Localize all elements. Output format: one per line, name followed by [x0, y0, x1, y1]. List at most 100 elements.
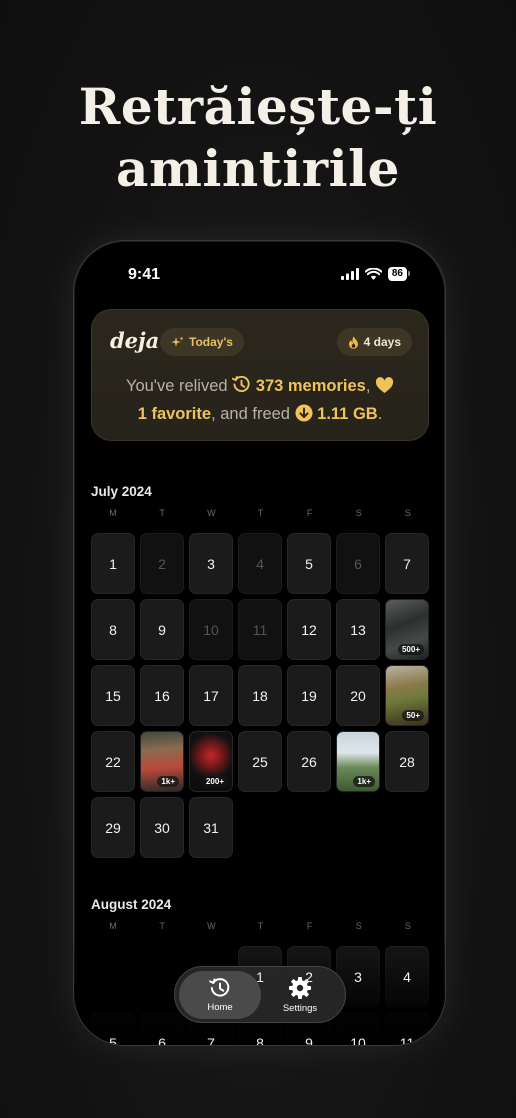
day-number: 28: [399, 753, 415, 770]
calendar-day[interactable]: 19: [287, 665, 331, 726]
calendar-day[interactable]: 4: [238, 533, 282, 594]
weekday-label: T: [257, 921, 264, 931]
memory-count-badge: 500+: [397, 644, 424, 655]
month-title-july: July 2024: [91, 484, 152, 499]
calendar-day[interactable]: 25: [238, 731, 282, 792]
day-number: 8: [109, 621, 117, 638]
weekday-header-august: M T W T F S S: [91, 921, 430, 931]
day-number: 6: [158, 1034, 166, 1046]
calendar-day[interactable]: 28: [385, 731, 429, 792]
summary-mid: , and freed: [211, 405, 290, 423]
calendar-day[interactable]: 13: [336, 599, 380, 660]
memory-count-badge: 1k+: [157, 776, 179, 787]
day-number: 1: [109, 555, 117, 572]
weekday-label: S: [404, 508, 411, 518]
calendar-day[interactable]: 15: [91, 665, 135, 726]
phone-frame: 9:41 86 deja Today's 4 days You've reliv…: [73, 240, 446, 1046]
calendar-day[interactable]: 29: [91, 797, 135, 858]
battery-indicator: 86: [387, 267, 411, 281]
day-number: 3: [354, 968, 362, 985]
day-number: 12: [301, 621, 317, 638]
calendar-day[interactable]: 11: [238, 599, 282, 660]
summary-sep: ,: [365, 377, 371, 395]
calendar-day[interactable]: 6: [140, 1012, 184, 1046]
tab-settings[interactable]: Settings: [259, 971, 341, 1019]
day-number: 25: [252, 753, 268, 770]
weekday-label: S: [355, 508, 362, 518]
day-number: 10: [203, 621, 219, 638]
calendar-day[interactable]: 500+: [385, 599, 429, 660]
calendar-day[interactable]: 7: [385, 533, 429, 594]
calendar-day[interactable]: 1: [91, 533, 135, 594]
day-number: 3: [207, 555, 215, 572]
weekday-label: W: [207, 508, 216, 518]
calendar-day[interactable]: 30: [140, 797, 184, 858]
status-bar: 9:41 86: [74, 241, 445, 301]
weekday-header-july: M T W T F S S: [91, 508, 430, 518]
download-circle-icon: [295, 404, 313, 422]
calendar-day[interactable]: 50+: [385, 665, 429, 726]
calendar-day[interactable]: 12: [287, 599, 331, 660]
calendar-day[interactable]: 26: [287, 731, 331, 792]
calendar-day[interactable]: 2: [140, 533, 184, 594]
calendar-day[interactable]: 4: [385, 946, 429, 1007]
weekday-label: T: [257, 508, 264, 518]
day-number: 26: [301, 753, 317, 770]
calendar-day[interactable]: 10: [336, 1012, 380, 1045]
weekday-label: M: [109, 921, 117, 931]
cellular-signal-icon: [340, 268, 359, 280]
calendar-day[interactable]: 20: [336, 665, 380, 726]
tab-home-label: Home: [207, 1002, 233, 1013]
calendar-day[interactable]: 11: [385, 1012, 429, 1046]
freed-size: 1.11 GB: [317, 405, 378, 423]
calendar-day[interactable]: 18: [238, 665, 282, 726]
day-number: 31: [203, 819, 219, 836]
weekday-label: F: [306, 921, 313, 931]
day-number: 9: [158, 621, 166, 638]
day-number: 2: [305, 968, 313, 985]
month-title-august: August 2024: [91, 897, 172, 912]
calendar-grid-july: 1 2 3 4 5 6 7 8 9 10 11 12 13 500+ 15 16 17 18 19 20 50+ 22 1k…: [91, 533, 430, 863]
calendar-day[interactable]: 6: [336, 533, 380, 594]
day-number: 15: [105, 687, 121, 704]
calendar-day[interactable]: 5: [91, 1012, 135, 1046]
day-number: 2: [158, 555, 166, 572]
streak-badge[interactable]: 4 days: [336, 328, 412, 356]
day-number: 16: [154, 687, 170, 704]
memory-count-badge: 200+: [201, 776, 228, 787]
day-number: 18: [252, 687, 268, 704]
calendar-day[interactable]: 1k+: [140, 731, 184, 792]
calendar-day[interactable]: 8: [91, 599, 135, 660]
calendar-day[interactable]: 5: [287, 533, 331, 594]
flame-icon: [348, 336, 358, 349]
calendar-day[interactable]: 3: [189, 533, 233, 594]
status-icons: 86: [340, 267, 411, 281]
summary-text: You've relived 373 memories, 1 favorite,…: [102, 372, 418, 428]
day-number: 22: [105, 753, 121, 770]
tab-home[interactable]: Home: [179, 971, 261, 1019]
summary-card[interactable]: deja Today's 4 days You've relived 373 m…: [91, 309, 429, 441]
calendar-day[interactable]: 1k+: [336, 731, 380, 792]
calendar-day[interactable]: 16: [140, 665, 184, 726]
promo-headline: Retrăiește-ți amintirile: [0, 76, 516, 200]
weekday-label: T: [159, 508, 165, 518]
weekday-label: S: [355, 921, 362, 931]
calendar-day[interactable]: 10: [189, 599, 233, 660]
day-number: 11: [252, 621, 268, 638]
day-number: 5: [109, 1034, 117, 1046]
day-number: 17: [203, 687, 219, 704]
calendar-day[interactable]: 31: [189, 797, 233, 858]
weekday-label: M: [109, 508, 117, 518]
calendar-day[interactable]: 200+: [189, 731, 233, 792]
streak-label: 4 days: [363, 335, 401, 349]
tab-settings-label: Settings: [282, 1003, 318, 1014]
day-number: 7: [403, 555, 411, 572]
headline-line-1: Retrăiește-ți: [78, 77, 438, 136]
calendar-day[interactable]: 9: [140, 599, 184, 660]
day-number: 11: [399, 1034, 415, 1046]
calendar-day[interactable]: 22: [91, 731, 135, 792]
heart-icon: [375, 377, 394, 394]
calendar-day[interactable]: 17: [189, 665, 233, 726]
todays-button[interactable]: Today's: [160, 328, 244, 356]
weekday-label: S: [404, 921, 411, 931]
